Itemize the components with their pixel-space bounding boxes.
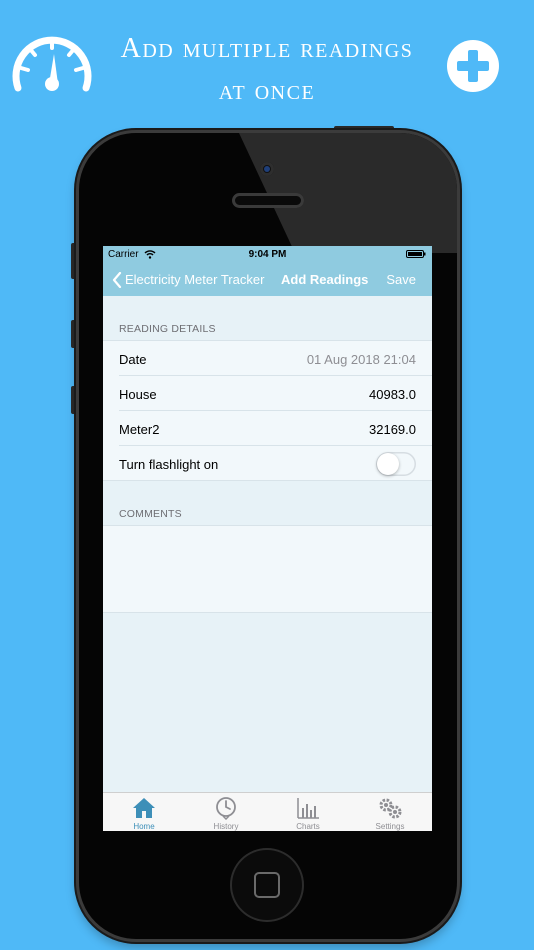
home-button[interactable] xyxy=(230,848,304,922)
tab-charts-label: Charts xyxy=(296,822,320,831)
tab-home-label: Home xyxy=(133,822,155,831)
chart-icon xyxy=(297,798,319,819)
front-camera xyxy=(260,162,274,176)
flashlight-toggle[interactable] xyxy=(376,452,416,476)
tab-history[interactable]: History xyxy=(185,793,267,831)
tab-home[interactable]: Home xyxy=(103,793,185,831)
house-reading-input[interactable]: 40983.0 xyxy=(369,387,416,402)
navigation-bar: Electricity Meter Tracker Add Readings S… xyxy=(103,264,432,296)
flashlight-toggle-knob xyxy=(377,453,399,475)
flashlight-row: Turn flashlight on xyxy=(119,446,432,480)
meter2-label: Meter2 xyxy=(119,422,160,437)
meter2-reading-input[interactable]: 32169.0 xyxy=(369,422,416,437)
home-icon xyxy=(133,798,155,818)
app-screen: Carrier 9:04 PM Electricity Meter Tracke… xyxy=(103,246,432,831)
date-row[interactable]: Date 01 Aug 2018 21:04 xyxy=(119,341,432,376)
nav-title: Add Readings xyxy=(281,272,369,287)
promo-title: Add multiple readings at once xyxy=(100,28,434,112)
reading-details-group: Date 01 Aug 2018 21:04 House 40983.0 Met… xyxy=(103,340,432,481)
date-value[interactable]: 01 Aug 2018 21:04 xyxy=(307,352,416,367)
tab-settings-label: Settings xyxy=(375,822,405,831)
house-label: House xyxy=(119,387,157,402)
status-bar: Carrier 9:04 PM xyxy=(103,246,432,264)
meter2-row[interactable]: Meter2 32169.0 xyxy=(119,411,432,446)
back-button[interactable]: Electricity Meter Tracker xyxy=(125,272,264,287)
plus-circle-icon xyxy=(446,39,500,93)
comments-header: COMMENTS xyxy=(119,508,182,520)
tab-charts[interactable]: Charts xyxy=(267,793,349,831)
gauge-icon xyxy=(10,30,94,94)
comments-field[interactable] xyxy=(103,525,432,613)
earpiece-speaker xyxy=(232,193,304,208)
reading-details-header: READING DETAILS xyxy=(119,323,216,335)
tab-history-label: History xyxy=(213,822,239,831)
flashlight-label: Turn flashlight on xyxy=(119,457,219,472)
history-icon xyxy=(216,797,236,820)
battery-icon xyxy=(406,250,426,258)
tab-bar: Home History Charts Settings xyxy=(103,792,432,831)
gear-icon xyxy=(379,798,402,819)
promo-title-line1: Add multiple readings xyxy=(120,33,414,64)
promo-title-line2: at once xyxy=(218,75,316,106)
save-button[interactable]: Save xyxy=(386,272,416,287)
status-time: 9:04 PM xyxy=(248,249,287,260)
back-chevron-icon[interactable] xyxy=(112,271,122,289)
date-label: Date xyxy=(119,352,147,367)
tab-settings[interactable]: Settings xyxy=(349,793,431,831)
house-row[interactable]: House 40983.0 xyxy=(119,376,432,411)
